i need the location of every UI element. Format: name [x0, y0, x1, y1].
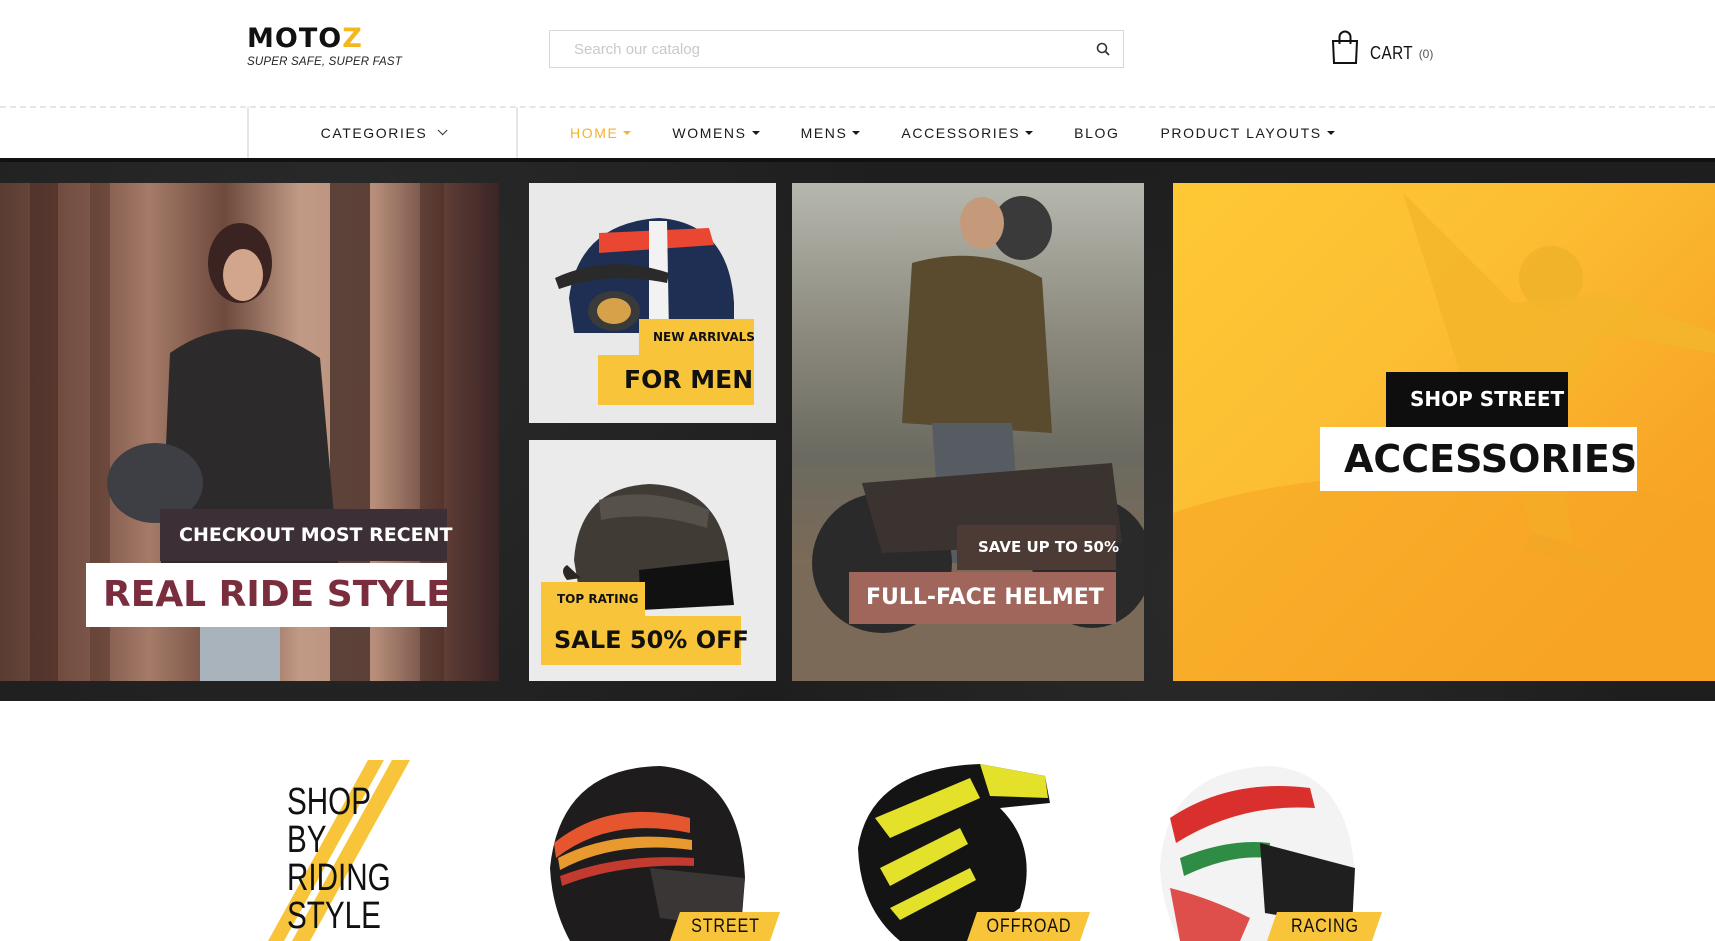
- product-label: OFFROAD: [986, 915, 1071, 937]
- product-tag: OFFROAD: [967, 912, 1090, 941]
- shopping-bag-icon: [1331, 30, 1359, 64]
- categories-label: CATEGORIES: [320, 124, 428, 141]
- menu-item-home[interactable]: HOME: [570, 124, 632, 141]
- banner-subtitle: SAVE UP TO 50%: [957, 525, 1119, 570]
- product-street[interactable]: STREET: [540, 758, 780, 941]
- caret-down-icon: [751, 130, 760, 135]
- banner-subtitle: CHECKOUT MOST RECENT: [160, 509, 453, 561]
- menu-item-product-layouts[interactable]: PRODUCT LAYOUTS: [1160, 124, 1335, 141]
- cart-button[interactable]: CART (0): [1330, 30, 1433, 64]
- chevron-down-icon: [438, 125, 448, 136]
- menu-label: ACCESSORIES: [901, 124, 1021, 141]
- heading-line: BY: [287, 819, 327, 861]
- banner-subtitle: TOP RATING: [541, 582, 645, 616]
- banner-title: FOR MEN: [598, 355, 754, 405]
- cart-count: (0): [1418, 47, 1434, 61]
- banner-for-men[interactable]: NEW ARRIVALS FOR MEN: [529, 183, 776, 423]
- banner-title: SALE 50% OFF: [541, 616, 749, 665]
- search-input[interactable]: [550, 31, 1070, 67]
- main-menu: HOME WOMENS MENS ACCESSORIES BLOG PRODUC…: [570, 107, 1376, 158]
- search-bar: [549, 30, 1124, 68]
- logo-slash: Z: [342, 23, 363, 54]
- product-label: RACING: [1290, 915, 1359, 937]
- logo[interactable]: MOTOZ SUPER SAFE, SUPER FAST: [247, 24, 402, 69]
- banner-subtitle: NEW ARRIVALS: [639, 319, 755, 355]
- product-label: STREET: [690, 915, 760, 937]
- banner-street-accessories[interactable]: SHOP STREET ACCESSORIES: [1173, 183, 1715, 681]
- menu-label: WOMENS: [672, 124, 747, 141]
- caret-down-icon: [852, 130, 861, 135]
- product-tag: RACING: [1267, 912, 1382, 941]
- page: MOTOZ SUPER SAFE, SUPER FAST CART (0) CA…: [0, 0, 1715, 941]
- caret-down-icon: [1025, 130, 1034, 135]
- menu-item-womens[interactable]: WOMENS: [672, 124, 760, 141]
- banner-title: REAL RIDE STYLE: [86, 563, 451, 627]
- shop-by-riding-style-heading: SHOP BY RIDING STYLE: [287, 783, 420, 935]
- menu-label: BLOG: [1074, 124, 1120, 141]
- banner-real-ride-style[interactable]: CHECKOUT MOST RECENT REAL RIDE STYLE: [0, 183, 499, 681]
- menu-label: PRODUCT LAYOUTS: [1160, 124, 1322, 141]
- heading-line: SHOP: [287, 781, 372, 823]
- logo-text: MOTO: [247, 23, 343, 54]
- menu-item-mens[interactable]: MENS: [801, 125, 861, 141]
- caret-down-icon: [1326, 130, 1335, 135]
- logo-wordmark: MOTOZ: [247, 24, 402, 54]
- product-tag: STREET: [670, 912, 780, 941]
- categories-dropdown[interactable]: CATEGORIES: [247, 107, 518, 158]
- menu-item-accessories[interactable]: ACCESSORIES: [901, 124, 1034, 141]
- product-offroad[interactable]: OFFROAD: [850, 758, 1090, 941]
- menu-item-blog[interactable]: BLOG: [1074, 125, 1119, 141]
- search-icon[interactable]: [1095, 41, 1113, 59]
- product-racing[interactable]: RACING: [1150, 758, 1390, 941]
- menu-label: HOME: [570, 124, 619, 141]
- caret-down-icon: [623, 130, 632, 135]
- banner-sale-50-off[interactable]: TOP RATING SALE 50% OFF: [529, 440, 776, 681]
- heading-line: RIDING: [287, 857, 391, 899]
- banner-title: ACCESSORIES: [1320, 427, 1637, 491]
- heading-line: STYLE: [287, 895, 381, 937]
- banner-full-face-helmet[interactable]: SAVE UP TO 50% FULL-FACE HELMET: [792, 183, 1144, 681]
- banner-title: FULL-FACE HELMET: [849, 572, 1116, 624]
- banner-subtitle: SHOP STREET: [1386, 372, 1568, 427]
- logo-tagline: SUPER SAFE, SUPER FAST: [247, 56, 402, 68]
- menu-label: MENS: [800, 124, 848, 141]
- cart-label: CART: [1370, 43, 1414, 63]
